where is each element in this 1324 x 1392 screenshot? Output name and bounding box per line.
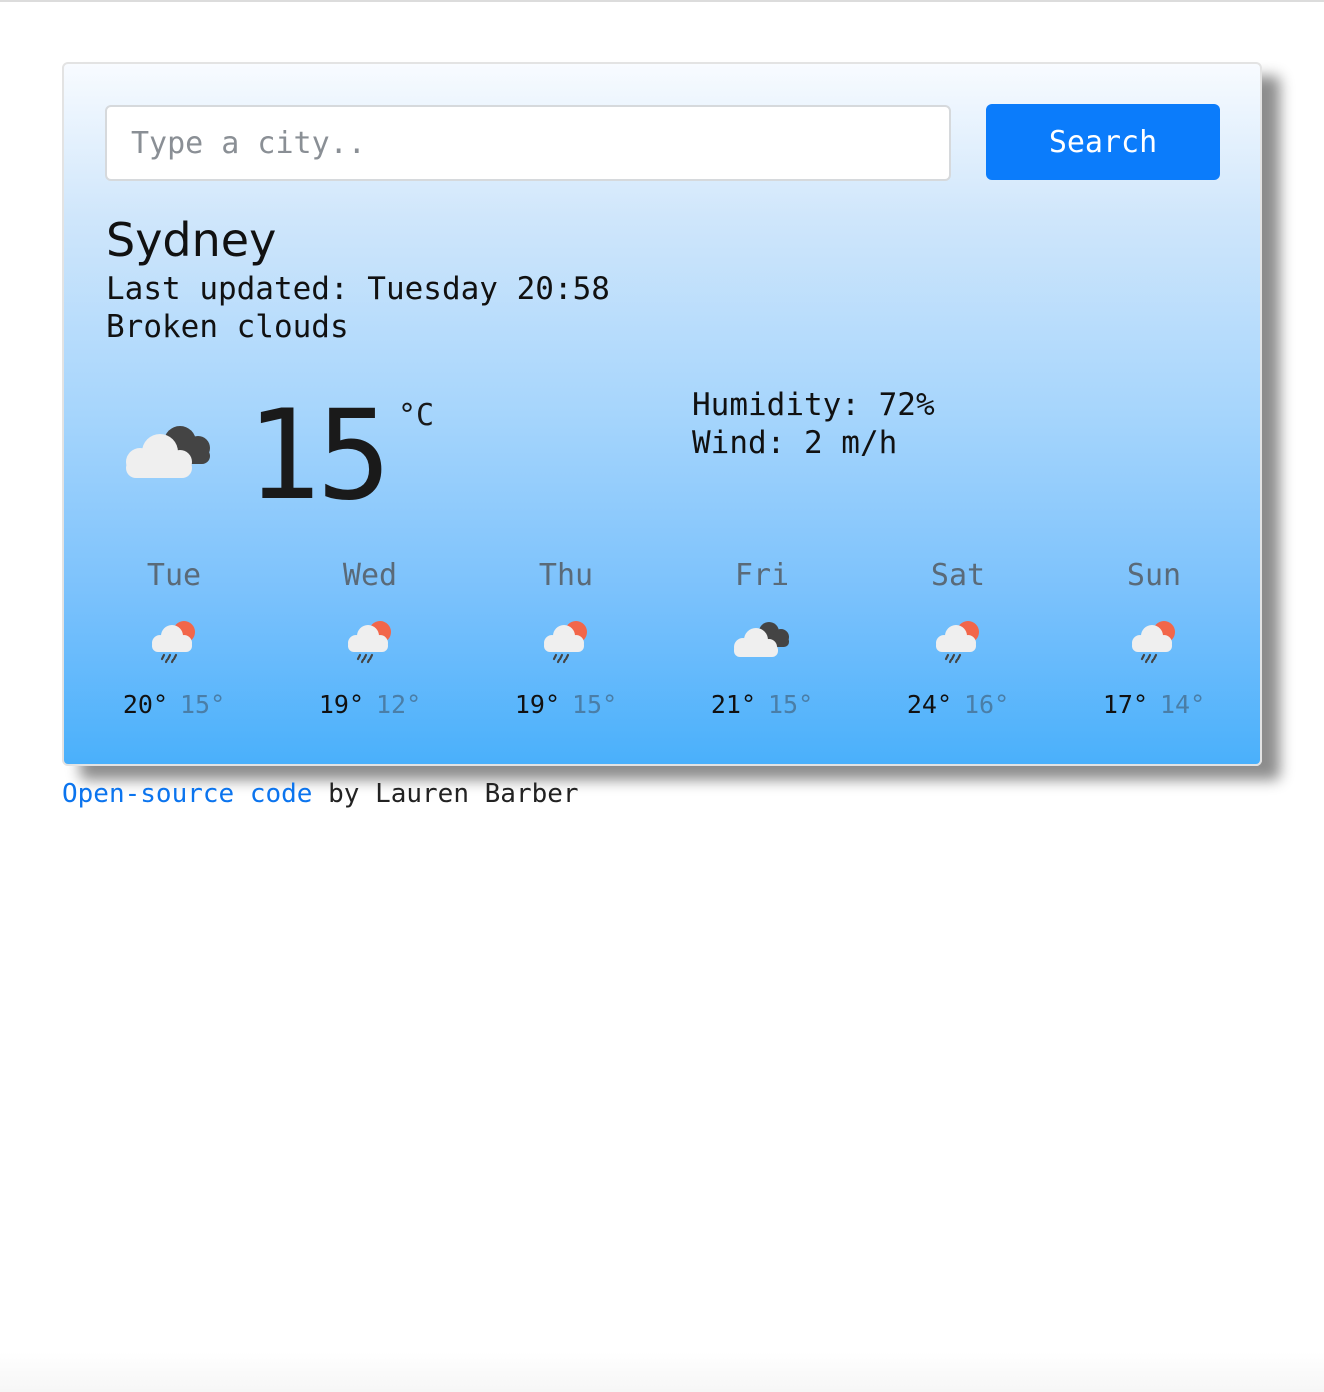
author-credit: by Lauren Barber	[312, 779, 579, 809]
forecast-max: 24°	[906, 690, 952, 719]
weather-details: Humidity: 72% Wind: 2 m/h	[692, 386, 935, 462]
forecast-temps: 21° 15°	[664, 690, 860, 720]
rain-sun-icon	[544, 621, 587, 664]
city-search-input[interactable]	[105, 105, 951, 181]
open-source-link[interactable]: Open-source code	[62, 779, 312, 809]
wind: Wind: 2 m/h	[692, 425, 898, 461]
forecast-min: 12°	[376, 690, 422, 719]
broken-clouds-icon	[734, 622, 789, 657]
temperature-unit: °C	[398, 398, 435, 433]
city-name: Sydney	[106, 213, 277, 267]
forecast-day-name: Wed	[342, 558, 398, 593]
last-updated: Last updated: Tuesday 20:58	[106, 271, 610, 307]
forecast-day: Fri 21° 15°	[664, 556, 860, 726]
forecast-max: 19°	[318, 690, 364, 719]
broken-clouds-icon	[126, 426, 210, 478]
rain-sun-icon	[1132, 621, 1175, 664]
forecast-max: 17°	[1102, 690, 1148, 719]
forecast-day-name: Fri	[734, 558, 790, 593]
bottom-fade	[0, 1352, 1324, 1392]
forecast-min: 14°	[1160, 690, 1206, 719]
footer-credit: Open-source code by Lauren Barber	[62, 778, 579, 810]
forecast-temps: 17° 14°	[1056, 690, 1252, 720]
forecast-temps: 20° 15°	[76, 690, 272, 720]
forecast-min: 15°	[768, 690, 814, 719]
forecast-max: 20°	[122, 690, 168, 719]
search-button[interactable]: Search	[986, 104, 1220, 180]
forecast-day-name: Thu	[538, 558, 594, 593]
weather-description: Broken clouds	[106, 309, 349, 345]
rain-sun-icon	[152, 621, 195, 664]
forecast-min: 16°	[964, 690, 1010, 719]
forecast-day-name: Tue	[146, 558, 202, 593]
rain-sun-icon	[936, 621, 979, 664]
forecast-temps: 24° 16°	[860, 690, 1056, 720]
weather-card: Search Sydney Last updated: Tuesday 20:5…	[62, 62, 1262, 766]
forecast-row: Tue 20° 15° Wed 19° 12° Thu 19° 15° Fri …	[76, 556, 1252, 726]
forecast-day-name: Sat	[930, 558, 986, 593]
forecast-temps: 19° 15°	[468, 690, 664, 720]
forecast-max: 19°	[514, 690, 560, 719]
forecast-day: Wed 19° 12°	[272, 556, 468, 726]
current-temperature: 15	[246, 384, 391, 528]
top-divider	[0, 0, 1324, 2]
forecast-max: 21°	[710, 690, 756, 719]
forecast-temps: 19° 12°	[272, 690, 468, 720]
humidity: Humidity: 72%	[692, 387, 935, 423]
forecast-day: Sat 24° 16°	[860, 556, 1056, 726]
forecast-day: Thu 19° 15°	[468, 556, 664, 726]
rain-sun-icon	[348, 621, 391, 664]
forecast-day-name: Sun	[1126, 558, 1182, 593]
forecast-min: 15°	[180, 690, 226, 719]
forecast-min: 15°	[572, 690, 618, 719]
forecast-day: Tue 20° 15°	[76, 556, 272, 726]
forecast-day: Sun 17° 14°	[1056, 556, 1252, 726]
